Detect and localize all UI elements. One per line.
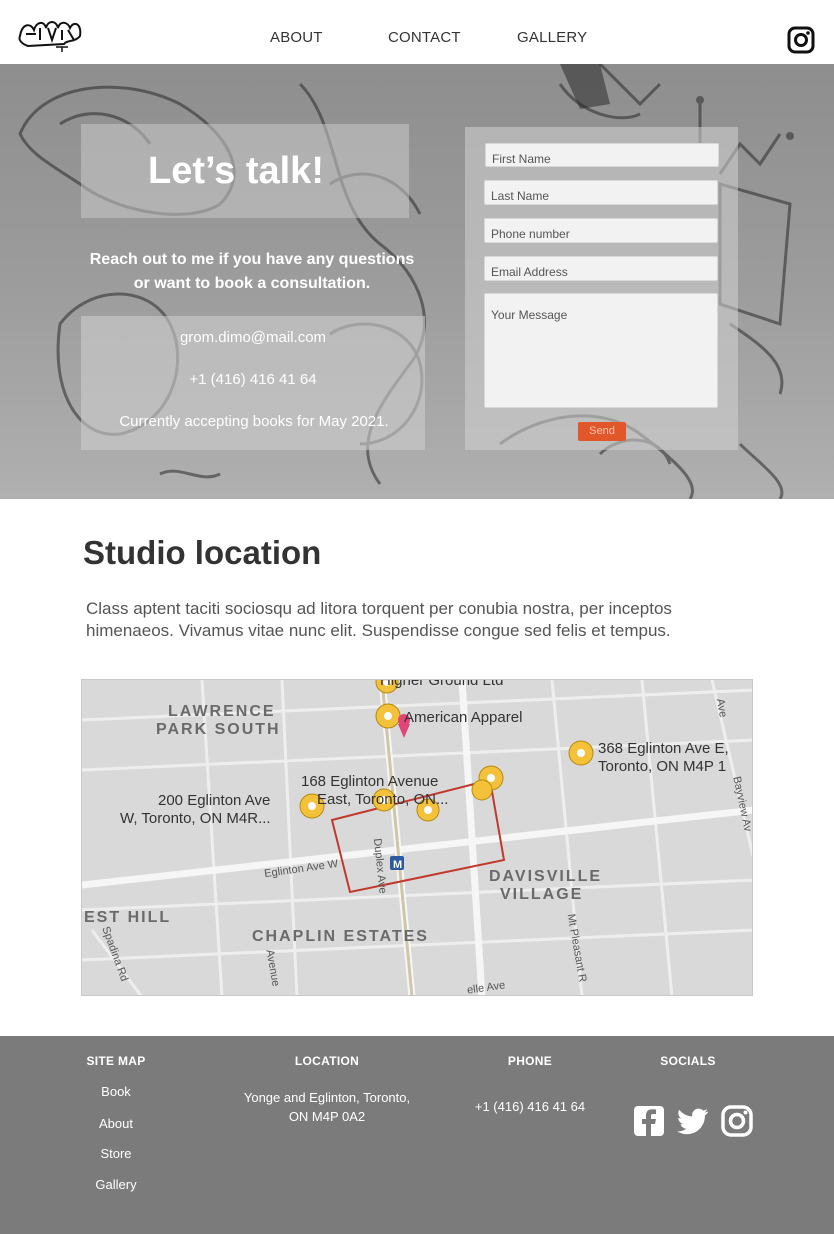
map-pin-label[interactable]: Higher Ground Ltd <box>380 680 503 689</box>
site-header: ABOUT CONTACT GALLERY <box>0 0 834 64</box>
map-pin-label[interactable]: 200 Eglinton Ave <box>158 792 270 809</box>
subtitle-line-2: or want to book a consultation. <box>133 275 371 292</box>
footer-address: Yonge and Eglinton, Toronto, ON M4P 0A2 <box>227 1088 427 1126</box>
map-area-label: EST HILL <box>84 909 172 926</box>
map-area-label: DAVISVILLE <box>489 868 603 885</box>
availability-note: Currently accepting books for May 2021. <box>119 413 389 430</box>
map-pin-label[interactable]: Toronto, ON M4P 1 <box>598 758 726 775</box>
title-box: Let’s talk! <box>81 124 409 218</box>
instagram-icon[interactable] <box>720 1104 754 1138</box>
map-area-label: VILLAGE <box>500 886 584 903</box>
section-description: Class aptent taciti sociosqu ad litora t… <box>86 599 672 640</box>
nav-gallery[interactable]: GALLERY <box>517 29 587 46</box>
map-pin-label[interactable]: American Apparel <box>404 709 522 726</box>
site-footer: SITE MAP Book About Store Gallery LOCATI… <box>0 1036 834 1234</box>
twitter-icon[interactable] <box>676 1104 710 1138</box>
contact-email[interactable]: grom.dimo@mail.com <box>81 329 425 346</box>
footer-socials-title: SOCIALS <box>660 1054 716 1068</box>
footer-link-about[interactable]: About <box>74 1116 158 1131</box>
map-pin-label[interactable]: 368 Eglinton Ave E, <box>598 740 729 757</box>
contact-phone[interactable]: +1 (416) 416 41 64 <box>81 371 425 388</box>
footer-link-book[interactable]: Book <box>74 1084 158 1099</box>
footer-address-line-2: ON M4P 0A2 <box>288 1109 366 1124</box>
message-field[interactable]: Your Message <box>484 293 718 408</box>
contact-info-box: grom.dimo@mail.com +1 (416) 416 41 64 Cu… <box>81 316 425 450</box>
footer-address-line-1: Yonge and Eglinton, Toronto, <box>243 1090 411 1105</box>
phone-field[interactable]: Phone number <box>484 218 718 243</box>
footer-link-gallery[interactable]: Gallery <box>74 1177 158 1192</box>
contact-form: First Name Last Name Phone number Email … <box>465 127 738 450</box>
nav-about[interactable]: ABOUT <box>270 29 323 46</box>
footer-sitemap-title: SITE MAP <box>86 1054 146 1068</box>
first-name-field[interactable]: First Name <box>485 143 719 167</box>
section-title: Studio location <box>83 534 322 571</box>
map-pin-label[interactable]: 168 Eglinton Avenue <box>301 773 438 790</box>
instagram-icon[interactable] <box>787 26 815 54</box>
send-button[interactable]: Send <box>578 422 626 441</box>
map-area-label: CHAPLIN ESTATES <box>252 928 429 945</box>
location-map[interactable]: M Higher Ground Ltd American Apparel 368… <box>81 679 753 996</box>
email-field[interactable]: Email Address <box>484 256 718 281</box>
nav-contact[interactable]: CONTACT <box>388 29 461 46</box>
footer-phone-title: PHONE <box>507 1054 553 1068</box>
footer-location-title: LOCATION <box>294 1054 360 1068</box>
subtitle-line-1: Reach out to me if you have any question… <box>89 251 415 268</box>
svg-text:M: M <box>393 859 402 871</box>
contact-hero: Let’s talk! Reach out to me if you have … <box>0 64 834 499</box>
footer-phone[interactable]: +1 (416) 416 41 64 <box>450 1097 610 1116</box>
facebook-icon[interactable] <box>632 1104 666 1138</box>
footer-link-store[interactable]: Store <box>74 1146 158 1161</box>
page-title: Let’s talk! <box>148 150 324 192</box>
hero-subtitle: Reach out to me if you have any question… <box>79 248 425 296</box>
map-area-label: PARK SOUTH <box>156 721 281 738</box>
map-area-label: LAWRENCE <box>168 703 276 720</box>
last-name-field[interactable]: Last Name <box>484 180 718 205</box>
map-pin-label[interactable]: East, Toronto, ON... <box>317 791 448 808</box>
logo[interactable] <box>16 14 86 54</box>
map-pin-label[interactable]: W, Toronto, ON M4R... <box>120 810 271 827</box>
